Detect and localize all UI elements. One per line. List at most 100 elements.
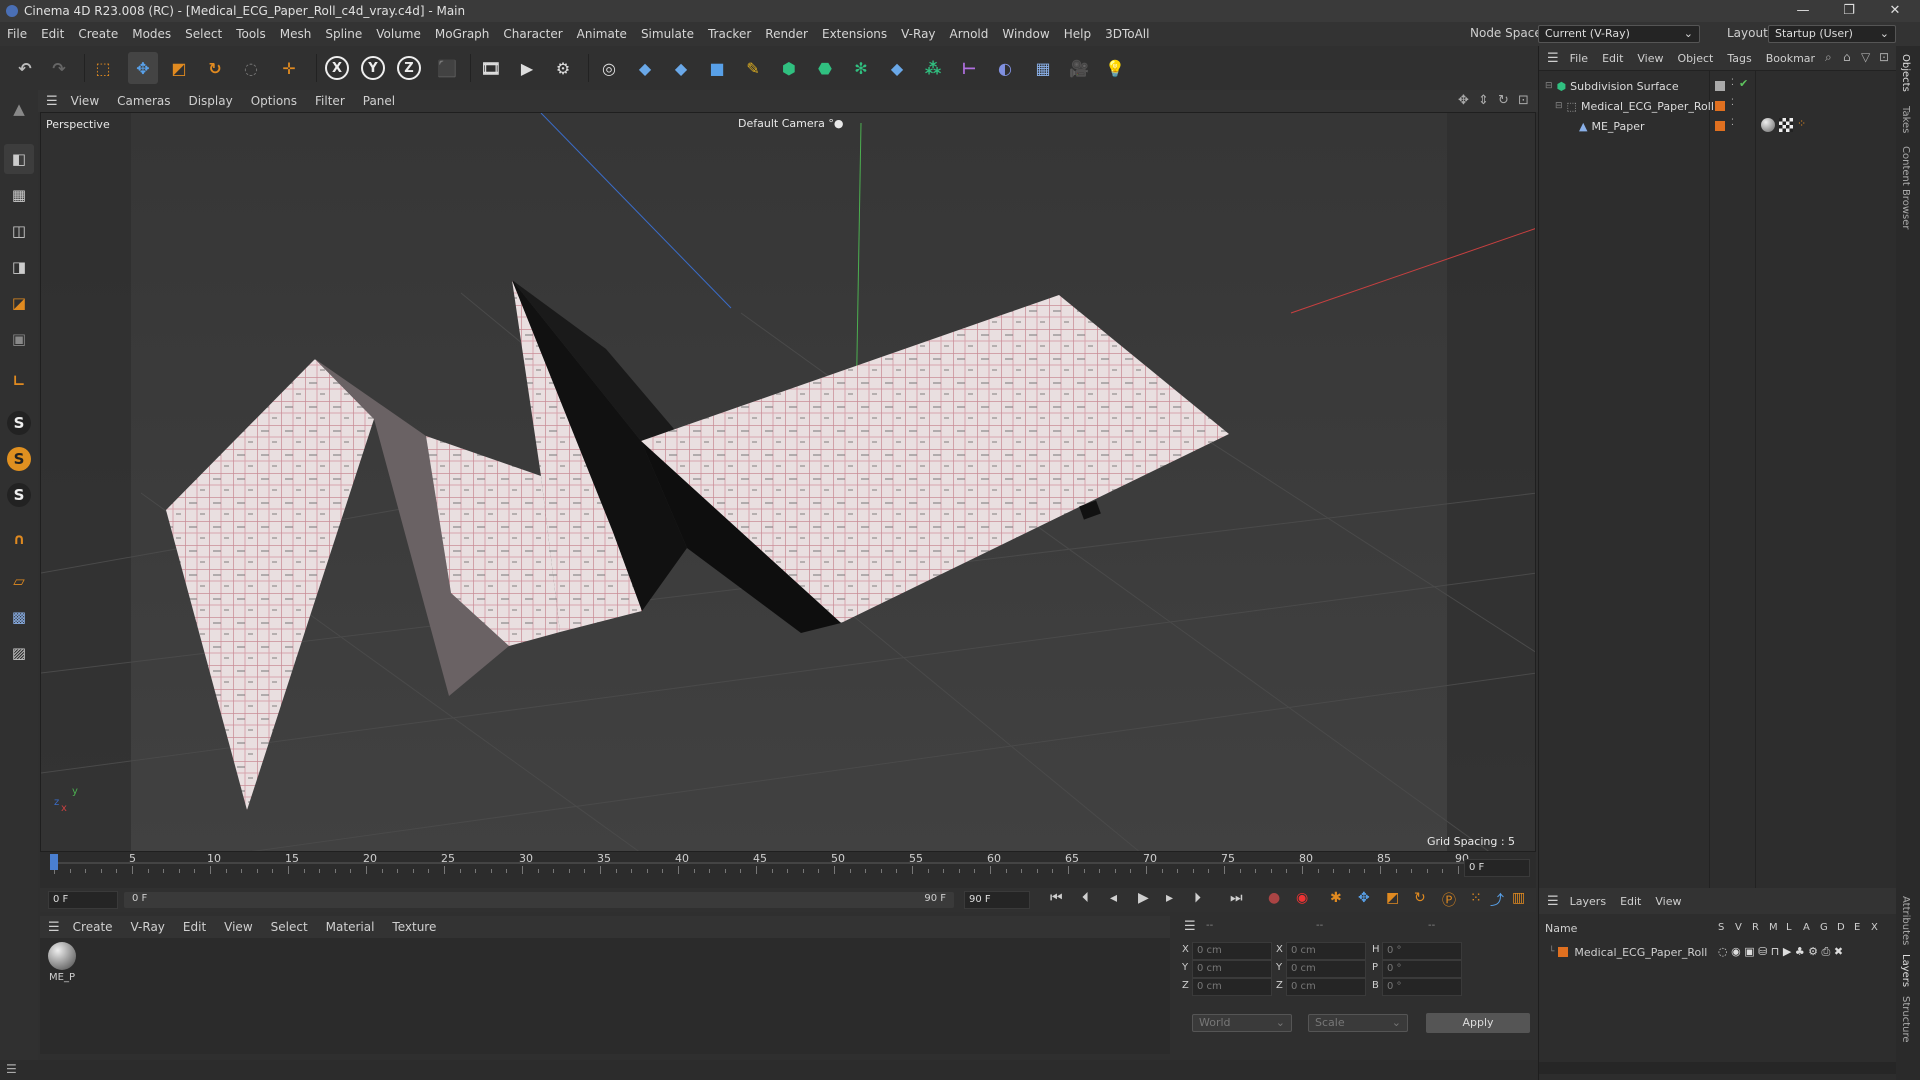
light-icon[interactable]: 💡	[1100, 52, 1130, 84]
snap-3-icon[interactable]: S	[4, 480, 34, 510]
menu-mesh[interactable]: Mesh	[273, 27, 319, 41]
axis-mode-icon[interactable]: ∟	[4, 366, 34, 396]
menu-arnold[interactable]: Arnold	[943, 27, 996, 41]
menu-tracker[interactable]: Tracker	[701, 27, 758, 41]
viewport-menu-options[interactable]: Options	[242, 94, 306, 108]
menu-extensions[interactable]: Extensions	[815, 27, 894, 41]
objects-menu-object[interactable]: Object	[1671, 52, 1721, 65]
snap-icon[interactable]: S	[4, 408, 34, 438]
material-menu-texture[interactable]: Texture	[383, 920, 445, 934]
floor-icon[interactable]: ▦	[1028, 52, 1058, 84]
hamburger-icon[interactable]: ☰	[48, 920, 60, 935]
grid-icon[interactable]: ▩	[4, 602, 34, 632]
material-menu-select[interactable]: Select	[262, 920, 317, 934]
menu-window[interactable]: Window	[995, 27, 1056, 41]
coord-scale-select[interactable]: Scale ⌄	[1308, 1014, 1408, 1032]
object-row-paper-roll[interactable]: ⊟ ⬚ Medical_ECG_Paper_Roll ⁚	[1539, 96, 1897, 116]
key-param-icon[interactable]: Ⓟ	[1442, 890, 1456, 910]
scale-icon[interactable]: ◩	[164, 52, 194, 84]
range-slider[interactable]: 0 F 90 F	[124, 892, 954, 908]
visibility-dots-icon[interactable]: ⁚	[1731, 118, 1734, 128]
viewport-menu-filter[interactable]: Filter	[306, 94, 354, 108]
objects-menu-tags[interactable]: Tags	[1720, 52, 1758, 65]
collapse-icon[interactable]: ⊟	[1555, 101, 1563, 111]
menu-select[interactable]: Select	[178, 27, 229, 41]
layers-col-header[interactable]: R	[1752, 922, 1759, 933]
coord-world-select[interactable]: World ⌄	[1192, 1014, 1292, 1032]
layer-flags-icons[interactable]: ◌ ◉ ▣ ⛁ ⊓ ▶ ♣ ⚙ ⎙ ✖	[1718, 945, 1843, 959]
autokey-icon[interactable]: ◉	[1296, 890, 1308, 906]
status-menu-icon[interactable]: ☰	[6, 1062, 17, 1076]
menu-volume[interactable]: Volume	[369, 27, 428, 41]
viewport-menu-cameras[interactable]: Cameras	[108, 94, 179, 108]
coord-value-field[interactable]: 0 °	[1382, 960, 1462, 978]
camera-icon[interactable]: 🎥	[1064, 52, 1094, 84]
polygons-mode-icon[interactable]: ◪	[4, 288, 34, 318]
record-icon[interactable]: ●	[1268, 890, 1280, 906]
tag-dots-icon[interactable]: ⁘	[1797, 117, 1806, 130]
menu-vray[interactable]: V-Ray	[894, 27, 942, 41]
python-3-icon[interactable]: ◆	[882, 52, 912, 84]
mograph-icon[interactable]: ✻	[846, 52, 876, 84]
object-row-subdivision[interactable]: ⊟ ⬢ Subdivision Surface ⁚ ✔	[1539, 76, 1897, 96]
snap-2-icon[interactable]: S	[4, 444, 34, 474]
hamburger-icon[interactable]: ☰	[1184, 919, 1196, 934]
restore-button[interactable]: ❐	[1826, 0, 1872, 22]
transform-icon[interactable]: ✛	[274, 52, 304, 84]
new-window-icon[interactable]: ⊡	[1879, 50, 1889, 64]
enabled-check-icon[interactable]: ✔	[1739, 77, 1748, 90]
current-frame-field[interactable]: 0 F	[1464, 859, 1530, 877]
menu-modes[interactable]: Modes	[125, 27, 178, 41]
search-icon[interactable]: ⌕	[1825, 50, 1832, 65]
material-menu-view[interactable]: View	[215, 920, 261, 934]
coord-value-field[interactable]: 0 °	[1382, 942, 1462, 960]
coord-value-field[interactable]: 0 cm	[1286, 942, 1366, 960]
menu-render[interactable]: Render	[758, 27, 815, 41]
material-menu-edit[interactable]: Edit	[174, 920, 215, 934]
pen-icon[interactable]: ✎	[738, 52, 768, 84]
coord-value-field[interactable]: 0 cm	[1192, 942, 1272, 960]
home-icon[interactable]: ⌂	[1843, 50, 1851, 64]
minimize-button[interactable]: —	[1780, 0, 1826, 22]
next-frame-icon[interactable]: ▸	[1166, 890, 1173, 906]
visibility-dots-icon[interactable]: ⁚	[1731, 98, 1734, 108]
y-axis-lock-icon[interactable]: Y	[358, 52, 388, 84]
layers-col-header[interactable]: A	[1803, 922, 1810, 933]
start-frame-field[interactable]: 0 F	[48, 891, 118, 909]
redo-icon[interactable]: ↷	[44, 52, 74, 84]
layers-scrollbar[interactable]	[1539, 1062, 1897, 1074]
layers-col-header[interactable]: X	[1871, 922, 1878, 933]
layer-row[interactable]: └ Medical_ECG_Paper_Roll ◌ ◉ ▣ ⛁ ⊓ ▶ ♣ ⚙…	[1539, 942, 1897, 962]
model-mode-icon[interactable]: ◧	[4, 144, 34, 174]
live-selection-icon[interactable]: ⬚	[88, 52, 118, 84]
z-axis-lock-icon[interactable]: Z	[394, 52, 424, 84]
render-view-icon[interactable]: ▶	[512, 52, 542, 84]
objects-menu-edit[interactable]: Edit	[1595, 52, 1630, 65]
tab-layers[interactable]: Layers	[1900, 954, 1911, 987]
go-end-icon[interactable]: ⏭	[1230, 890, 1243, 906]
material-item[interactable]: ME_P	[44, 942, 80, 990]
menu-create[interactable]: Create	[71, 27, 125, 41]
make-editable-icon[interactable]: ▲	[4, 94, 34, 124]
key-rotation-icon[interactable]: ↻	[1414, 890, 1426, 906]
cube-icon[interactable]: ■	[702, 52, 732, 84]
render-region-icon[interactable]: 🎞	[476, 52, 506, 84]
timeline-ruler[interactable]: 051015202530354045505560657075808590 0 F	[40, 852, 1536, 888]
move-icon[interactable]: ✥	[128, 52, 158, 84]
dolly-icon[interactable]: ⇕	[1478, 93, 1489, 108]
python-2-icon[interactable]: ◆	[666, 52, 696, 84]
menu-mograph[interactable]: MoGraph	[428, 27, 497, 41]
apply-button[interactable]: Apply	[1426, 1013, 1530, 1033]
collapse-icon[interactable]: ⊟	[1545, 81, 1553, 91]
layers-menu-edit[interactable]: Edit	[1613, 895, 1648, 908]
undo-icon[interactable]: ↶	[10, 52, 40, 84]
magnet-icon[interactable]: ∩	[4, 524, 34, 554]
object-row-me-paper[interactable]: ▲ ME_Paper ⁚ ⁘	[1539, 116, 1897, 136]
menu-character[interactable]: Character	[496, 27, 569, 41]
objects-menu-bookmarks[interactable]: Bookmar	[1759, 52, 1822, 65]
coord-value-field[interactable]: 0 cm	[1286, 978, 1366, 996]
layers-col-header[interactable]: G	[1820, 922, 1828, 933]
end-frame-field[interactable]: 90 F	[964, 891, 1030, 909]
edges-mode-icon[interactable]: ◨	[4, 252, 34, 282]
layers-menu-layers[interactable]: Layers	[1563, 895, 1613, 908]
